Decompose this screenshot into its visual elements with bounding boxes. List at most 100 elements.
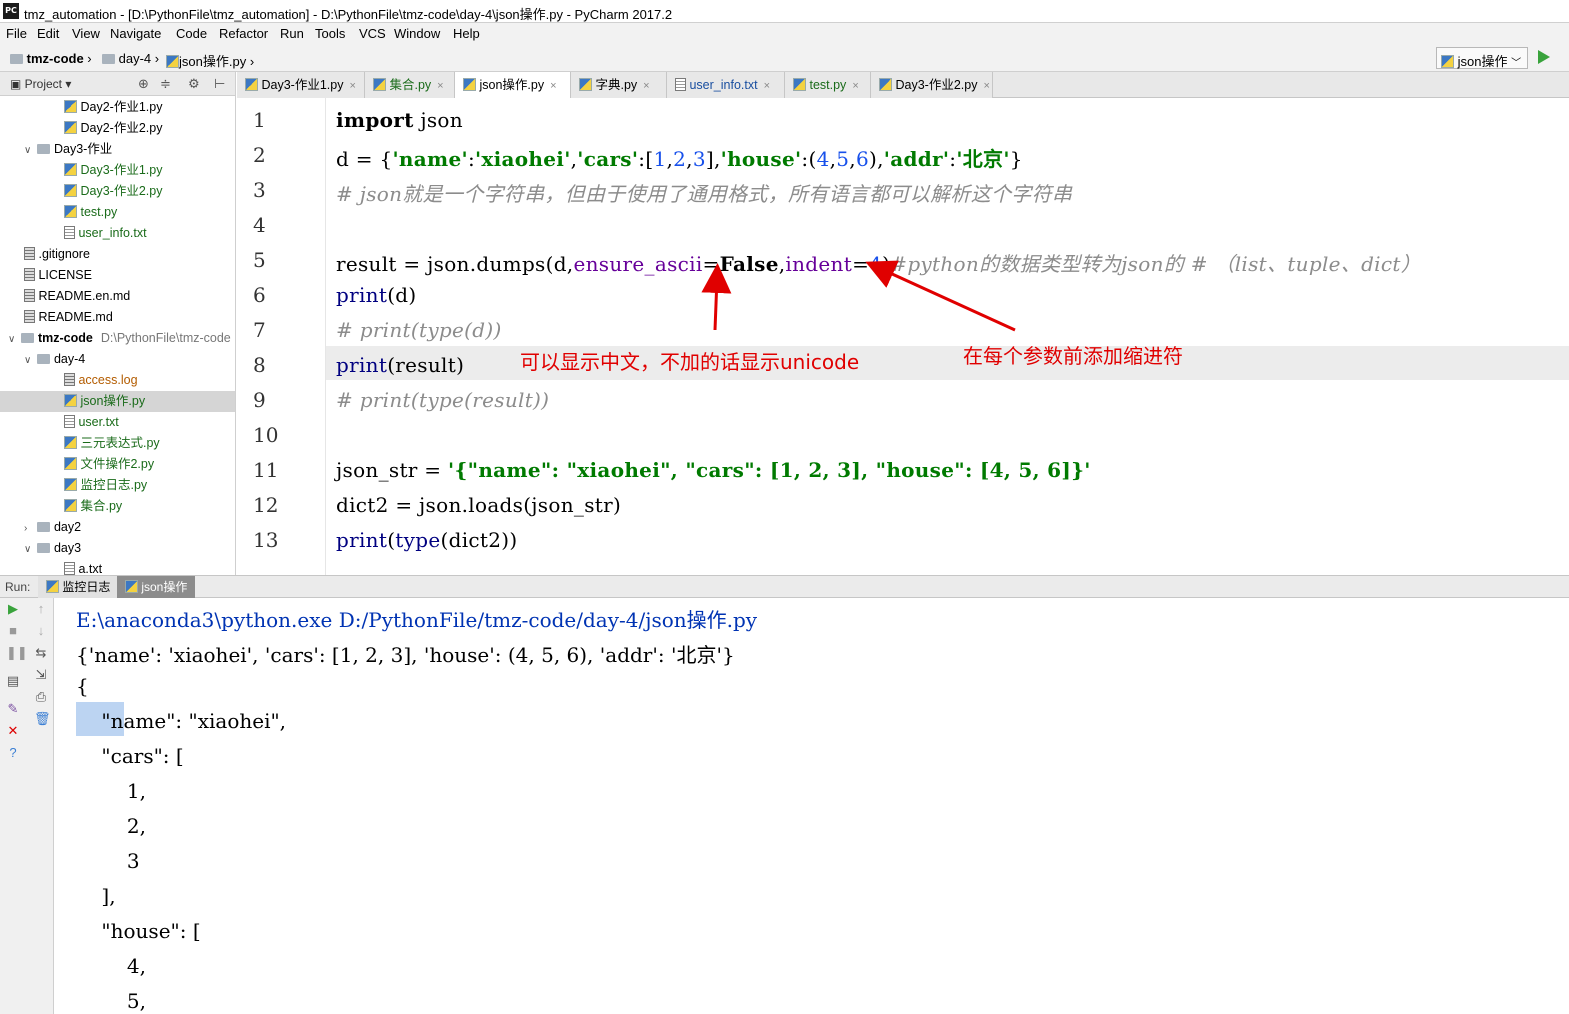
tree-item[interactable]: › day2 (0, 517, 235, 539)
menu-file[interactable]: File (6, 26, 27, 41)
run-configuration-select[interactable]: json操作 ﹀ (1436, 47, 1528, 69)
editor-tab-label: Day3-作业2.py (895, 78, 978, 92)
code-editor[interactable]: 1 2 3 4 5 6 7 8 9 10 11 12 13 import json d = {'name'… (237, 98, 1569, 575)
pin-icon[interactable]: ✎ (6, 702, 20, 716)
tree-item[interactable]: access.log (0, 370, 235, 391)
chevron-down-icon[interactable]: ∨ (24, 539, 34, 560)
tree-item[interactable]: user.txt (0, 412, 235, 433)
annotation-indent: 在每个参数前添加缩进符 (963, 344, 1183, 368)
gear-icon[interactable]: ⚙ (188, 76, 200, 92)
menu-tools[interactable]: Tools (315, 26, 345, 41)
menu-run[interactable]: Run (280, 26, 304, 41)
breadcrumb-tmz-code[interactable]: tmz-code › (10, 51, 92, 66)
breadcrumb-label: tmz-code (26, 51, 84, 66)
tree-item-label: 文件操作2.py (80, 457, 155, 471)
print-icon[interactable]: ⎙ (34, 690, 48, 704)
tree-item[interactable]: .gitignore (0, 244, 235, 265)
menu-window[interactable]: Window (394, 26, 440, 41)
tree-item[interactable]: user_info.txt (0, 223, 235, 244)
close-tab-icon[interactable]: × (437, 80, 443, 92)
pause-icon[interactable]: ❚❚ (6, 646, 28, 660)
close-icon[interactable]: ✕ (6, 724, 20, 738)
tree-item[interactable]: 文件操作2.py (0, 454, 235, 475)
tree-item[interactable]: ∨ day-4 (0, 349, 235, 371)
editor-tab-label: 集合.py (389, 78, 432, 92)
tree-item[interactable]: README.md (0, 307, 235, 328)
sync-icon[interactable]: ⊕ (138, 76, 149, 92)
editor-tab[interactable]: Day3-作业2.py × (871, 72, 993, 98)
close-tab-icon[interactable]: × (349, 80, 355, 92)
tree-item[interactable]: Day3-作业1.py (0, 160, 235, 181)
editor-tab-label: json操作.py (479, 78, 545, 92)
trash-icon[interactable]: 🗑 (34, 712, 51, 726)
breadcrumb-file[interactable]: json操作.py › (166, 51, 254, 70)
folder-icon (37, 521, 51, 532)
editor-tab[interactable]: test.py × (785, 72, 871, 98)
editor-tab[interactable]: 集合.py × (365, 72, 455, 98)
tree-item[interactable]: test.py (0, 202, 235, 223)
chevron-down-icon[interactable]: ∨ (24, 350, 34, 371)
editor-tab[interactable]: user_info.txt × (667, 72, 785, 98)
editor-tab[interactable]: 字典.py × (571, 72, 667, 98)
tree-item-label: day2 (53, 520, 82, 534)
scroll-up-icon[interactable]: ↑ (34, 602, 48, 616)
run-tab-json[interactable]: json操作 (117, 576, 196, 598)
tree-item[interactable]: a.txt (0, 559, 235, 575)
tree-item[interactable]: 监控日志.py (0, 475, 235, 496)
tree-item[interactable]: ∨ tmz-code D:\PythonFile\tmz-code (0, 328, 235, 350)
python-file-icon (64, 436, 77, 450)
stop-icon[interactable]: ■ (6, 624, 20, 638)
close-tab-icon[interactable]: × (983, 80, 989, 92)
soft-wrap-icon[interactable]: ⇆ (34, 646, 48, 660)
tree-item[interactable]: 三元表达式.py (0, 433, 235, 454)
tree-item[interactable]: LICENSE (0, 265, 235, 286)
collapse-icon[interactable]: ≑ (160, 76, 171, 92)
menu-edit[interactable]: Edit (37, 26, 59, 41)
run-console[interactable]: E:\anaconda3\python.exe D:/PythonFile/tm… (55, 598, 1569, 1014)
hide-panel-icon[interactable]: ⊢ (214, 76, 225, 92)
tree-item-label: README.en.md (38, 289, 131, 303)
project-view-select[interactable]: ▣ Project ▾ (10, 77, 71, 91)
tree-item[interactable]: README.en.md (0, 286, 235, 307)
python-file-icon (64, 100, 77, 114)
run-tab-monitor-log[interactable]: 监控日志 (38, 576, 119, 598)
editor-tab[interactable]: json操作.py × (455, 72, 571, 98)
run-button[interactable] (1538, 50, 1550, 64)
folder-icon (102, 53, 115, 64)
console-line: ], (76, 884, 116, 908)
tree-item[interactable]: json操作.py (0, 391, 235, 412)
chevron-right-icon[interactable]: › (24, 518, 34, 539)
tree-item[interactable]: Day2-作业2.py (0, 118, 235, 139)
menu-code[interactable]: Code (176, 26, 207, 41)
rerun-icon[interactable]: ▶ (6, 602, 20, 616)
menu-navigate[interactable]: Navigate (110, 26, 161, 41)
tree-item-label: README.md (38, 310, 113, 324)
layout-icon[interactable]: ▤ (6, 674, 20, 688)
chevron-down-icon[interactable]: ∨ (24, 140, 34, 161)
tree-item[interactable]: ∨ Day3-作业 (0, 139, 235, 161)
close-tab-icon[interactable]: × (764, 80, 770, 92)
editor-tab[interactable]: Day3-作业1.py × (237, 72, 365, 98)
editor-tab-bar: Day3-作业1.py × 集合.py × json操作.py × 字典.py × us… (237, 72, 1569, 98)
menu-refactor[interactable]: Refactor (219, 26, 268, 41)
tree-item[interactable]: Day2-作业1.py (0, 97, 235, 118)
menu-view[interactable]: View (72, 26, 100, 41)
close-tab-icon[interactable]: × (643, 80, 649, 92)
menu-help[interactable]: Help (453, 26, 480, 41)
chevron-down-icon[interactable]: ∨ (8, 329, 18, 350)
python-file-icon (125, 580, 138, 594)
scroll-to-end-icon[interactable]: ⇲ (34, 668, 48, 682)
help-icon[interactable]: ? (6, 746, 20, 760)
run-panel-header: Run: 监控日志 json操作 (0, 575, 1569, 598)
close-tab-icon[interactable]: × (550, 80, 556, 92)
breadcrumb-day-4[interactable]: day-4 › (102, 51, 159, 66)
tree-item[interactable]: Day3-作业2.py (0, 181, 235, 202)
tree-item[interactable]: ∨ day3 (0, 538, 235, 560)
close-tab-icon[interactable]: × (852, 80, 858, 92)
tree-item-label: Day3-作业 (53, 142, 113, 156)
scroll-down-icon[interactable]: ↓ (34, 624, 48, 638)
menu-vcs[interactable]: VCS (359, 26, 386, 41)
tree-item[interactable]: 集合.py (0, 496, 235, 517)
breadcrumb-label: json操作.py (179, 54, 247, 69)
folder-icon (37, 542, 51, 553)
